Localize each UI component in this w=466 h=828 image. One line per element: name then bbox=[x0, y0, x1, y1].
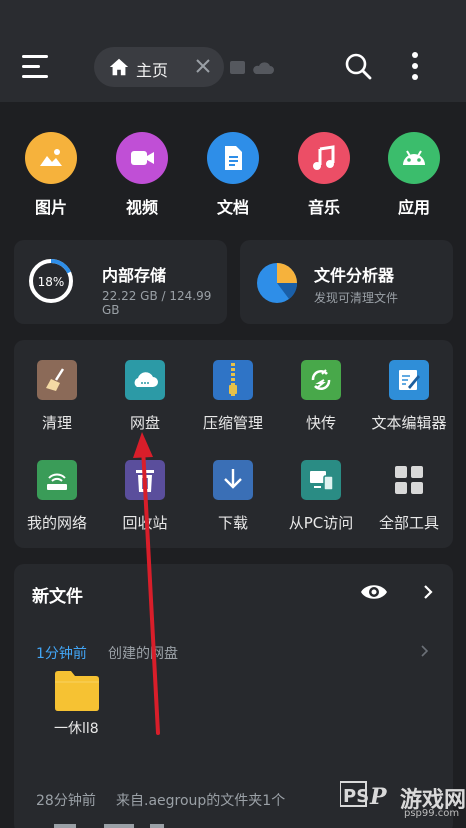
video-icon bbox=[116, 132, 168, 184]
android-icon bbox=[388, 132, 440, 184]
eye-icon[interactable] bbox=[360, 582, 388, 602]
tool-pc-access[interactable]: 从PC访问 bbox=[276, 460, 366, 533]
music-icon bbox=[298, 132, 350, 184]
svg-text:P: P bbox=[369, 784, 388, 810]
tool-recycle-bin[interactable]: 回收站 bbox=[100, 460, 190, 533]
tool-label: 清理 bbox=[41, 414, 72, 432]
tool-label: 全部工具 bbox=[378, 514, 439, 532]
cut-off-text bbox=[54, 824, 164, 828]
network-icon bbox=[37, 460, 77, 500]
tool-label: 文本编辑器 bbox=[371, 414, 447, 432]
category-label: 文档 bbox=[216, 198, 249, 217]
entry-description: 来自.aegroup的文件夹1个 bbox=[116, 793, 286, 809]
category-label: 图片 bbox=[34, 198, 67, 217]
tab-home[interactable]: 主页 bbox=[94, 47, 224, 87]
home-icon bbox=[109, 58, 129, 76]
tool-label: 网盘 bbox=[129, 414, 160, 432]
tool-cloud-drive[interactable]: 网盘 bbox=[100, 360, 190, 433]
entry-description: 创建的网盘 bbox=[108, 646, 178, 662]
more-options-icon[interactable] bbox=[411, 52, 419, 80]
category-apps[interactable]: 应用 bbox=[386, 132, 442, 218]
broom-icon bbox=[37, 360, 77, 400]
category-images[interactable]: 图片 bbox=[23, 132, 79, 218]
chevron-right-icon[interactable] bbox=[422, 584, 434, 600]
storage-usage: 22.22 GB / 124.99 GB bbox=[102, 289, 212, 317]
tool-quick-transfer[interactable]: 快传 bbox=[276, 360, 366, 433]
tool-compression[interactable]: 压缩管理 bbox=[188, 360, 278, 433]
tool-downloads[interactable]: 下载 bbox=[188, 460, 278, 533]
top-app-bar: 主页 bbox=[0, 0, 466, 102]
entry-time: 1分钟前 bbox=[36, 646, 87, 662]
storage-percent: 18% bbox=[38, 275, 65, 289]
text-editor-icon bbox=[389, 360, 429, 400]
image-icon bbox=[25, 132, 77, 184]
tool-cleaner[interactable]: 清理 bbox=[12, 360, 102, 433]
svg-text:PS: PS bbox=[343, 786, 369, 807]
storage-title: 内部存储 bbox=[102, 266, 167, 285]
document-icon bbox=[207, 132, 259, 184]
storage-usage-ring: 18% bbox=[29, 259, 73, 303]
recycle-bin-icon bbox=[125, 460, 165, 500]
other-tabs-icon[interactable] bbox=[230, 60, 274, 76]
tool-label: 压缩管理 bbox=[202, 414, 263, 432]
close-tab-icon[interactable] bbox=[194, 57, 212, 75]
category-music[interactable]: 音乐 bbox=[296, 132, 352, 218]
tool-label: 从PC访问 bbox=[288, 514, 354, 532]
hamburger-menu-icon[interactable] bbox=[22, 55, 50, 79]
tool-label: 快传 bbox=[305, 414, 336, 432]
new-files-title: 新文件 bbox=[32, 587, 83, 607]
download-icon bbox=[213, 460, 253, 500]
tool-label: 我的网络 bbox=[26, 514, 87, 532]
category-videos[interactable]: 视频 bbox=[114, 132, 170, 218]
cloud-drive-icon bbox=[125, 360, 165, 400]
entry-time: 28分钟前 bbox=[36, 793, 96, 809]
zip-icon bbox=[213, 360, 253, 400]
internal-storage-card[interactable]: 18% 内部存储 22.22 GB / 124.99 GB bbox=[14, 240, 227, 324]
category-label: 视频 bbox=[125, 198, 158, 217]
transfer-icon bbox=[301, 360, 341, 400]
tool-my-network[interactable]: 我的网络 bbox=[12, 460, 102, 533]
watermark-url: psp99.com bbox=[404, 808, 460, 819]
pc-access-icon bbox=[301, 460, 341, 500]
tab-home-label: 主页 bbox=[136, 61, 169, 80]
pie-chart-icon bbox=[257, 263, 297, 303]
tool-label: 下载 bbox=[217, 514, 248, 532]
folder-name[interactable]: 一休ll8 bbox=[54, 718, 99, 738]
analyzer-title: 文件分析器 bbox=[314, 266, 395, 285]
analyzer-subtitle: 发现可清理文件 bbox=[314, 291, 399, 305]
chevron-right-icon[interactable] bbox=[420, 644, 430, 658]
all-tools-icon bbox=[389, 460, 429, 500]
category-label: 应用 bbox=[397, 198, 430, 217]
tool-all-tools[interactable]: 全部工具 bbox=[364, 460, 454, 533]
folder-icon[interactable] bbox=[54, 668, 100, 712]
category-label: 音乐 bbox=[307, 198, 340, 217]
file-analyzer-card[interactable]: 文件分析器 发现可清理文件 bbox=[240, 240, 453, 324]
search-icon[interactable] bbox=[344, 52, 372, 80]
category-documents[interactable]: 文档 bbox=[205, 132, 261, 218]
tool-label: 回收站 bbox=[122, 514, 168, 532]
tool-text-editor[interactable]: 文本编辑器 bbox=[364, 360, 454, 433]
